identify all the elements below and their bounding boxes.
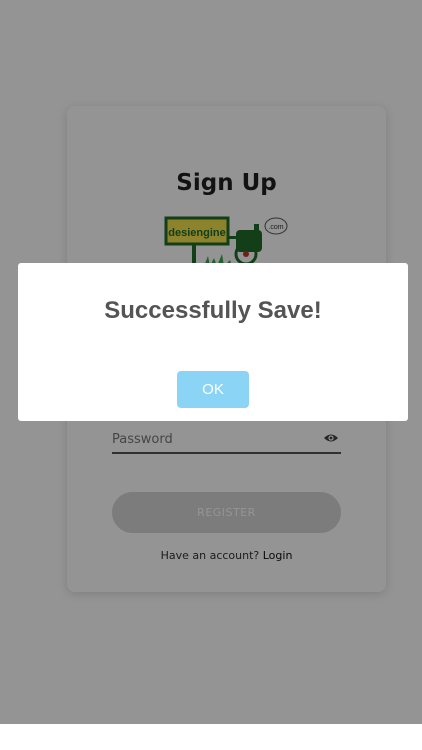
success-dialog: Successfully Save! OK	[18, 263, 408, 421]
dialog-message: Successfully Save!	[104, 297, 322, 324]
ok-button[interactable]: OK	[177, 371, 249, 408]
